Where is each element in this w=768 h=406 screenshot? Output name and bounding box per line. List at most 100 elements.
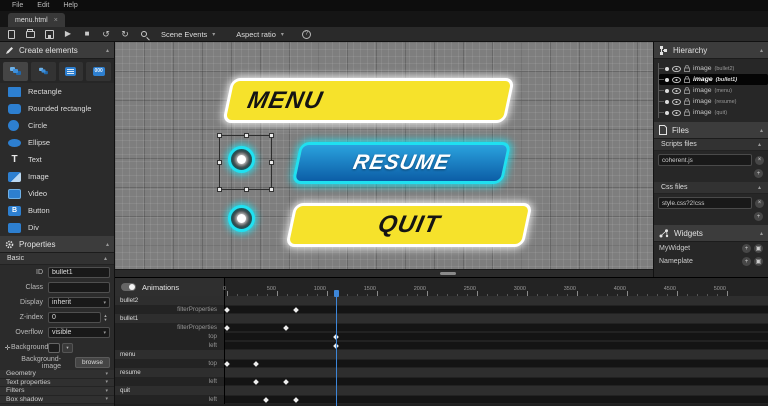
undo-icon[interactable]: ↺ [101,29,111,39]
keyframe[interactable] [283,325,289,331]
eye-icon[interactable] [672,88,681,94]
visibility-dot-icon[interactable] [665,67,669,71]
eye-icon[interactable] [672,110,681,116]
visibility-dot-icon[interactable] [665,89,669,93]
redo-icon[interactable]: ↻ [120,29,130,39]
resize-handle[interactable] [269,187,274,192]
zoom-icon[interactable] [139,29,149,39]
lock-icon[interactable] [684,87,690,94]
timeline-track[interactable] [225,395,768,404]
zindex-stepper[interactable]: ▲▼ [101,312,110,323]
add-widget-button[interactable]: + [742,244,751,253]
hierarchy-item-bullet1[interactable]: image (bullet1) [659,74,768,85]
basic-section-header[interactable]: Basic ▴ [0,253,114,265]
canvas-viewport[interactable]: MENU RESUME QUIT [115,42,653,277]
create-rectangle[interactable]: Rectangle [0,83,114,100]
timeline-track[interactable] [225,377,768,386]
menu-edit[interactable]: Edit [31,2,55,9]
timeline-track[interactable] [225,296,768,305]
remove-file-button[interactable]: × [755,199,764,208]
timeline-playhead[interactable] [336,290,337,406]
timeline-row-menu[interactable]: menu [115,350,768,359]
insert-widget-button[interactable]: ▣ [754,244,763,253]
stop-icon[interactable]: ■ [82,29,92,39]
new-file-icon[interactable] [6,29,16,39]
canvas-button-resume[interactable]: RESUME [292,142,512,184]
animations-toggle[interactable] [121,283,136,291]
scrollbar-thumb[interactable] [440,272,456,275]
lock-icon[interactable] [684,109,690,116]
collapse-icon[interactable]: ▴ [106,47,109,54]
collapse-icon[interactable]: ▴ [760,127,763,134]
hierarchy-item-resume[interactable]: image (resume) [659,96,768,107]
widgets-header[interactable]: Widgets ▴ [654,225,768,242]
display-select[interactable]: inherit▾ [48,297,110,308]
keyframe[interactable] [283,379,289,385]
resize-handle[interactable] [217,160,222,165]
hierarchy-item-quit[interactable]: image (quit) [659,107,768,118]
add-widget-button[interactable]: + [742,257,751,266]
canvas-bullet2[interactable] [228,205,255,232]
canvas-button-quit[interactable]: QUIT [285,203,532,247]
open-file-icon[interactable] [25,29,35,39]
create-text[interactable]: T Text [0,151,114,168]
keyframe[interactable] [293,307,299,313]
timeline-track[interactable] [225,341,768,350]
selection-box[interactable] [219,135,272,190]
timeline-track[interactable] [225,368,768,377]
canvas-button-menu[interactable]: MENU [222,78,515,123]
hierarchy-item-bullet2[interactable]: image (bullet2) [659,63,768,74]
keyframe[interactable] [253,379,259,385]
resize-handle[interactable] [217,133,222,138]
section-geometry[interactable]: Geometry▾ [0,370,114,379]
section-text-properties[interactable]: Text properties▾ [0,379,114,388]
menu-file[interactable]: File [6,2,29,9]
add-file-button[interactable]: + [754,212,763,221]
resize-handle[interactable] [217,187,222,192]
id-input[interactable] [48,267,110,278]
timeline-track[interactable] [225,350,768,359]
hierarchy-header[interactable]: Hierarchy ▴ [654,42,768,59]
create-image[interactable]: Image [0,168,114,185]
section-box-shadow[interactable]: Box shadow▾ [0,396,114,405]
help-icon[interactable]: ? [302,30,311,39]
create-video[interactable]: Video [0,185,114,202]
class-input[interactable] [48,282,110,293]
zindex-input[interactable]: 0 [48,312,101,323]
create-elements-header[interactable]: Create elements ▴ [0,42,114,59]
overflow-select[interactable]: visible▾ [48,327,110,338]
play-icon[interactable]: ▶ [63,29,73,39]
timeline-track[interactable] [225,332,768,341]
properties-header[interactable]: Properties ▴ [0,236,114,253]
keyframe[interactable] [253,361,259,367]
create-ellipse[interactable]: Ellipse [0,134,114,151]
css-files-header[interactable]: Css files▴ [654,182,768,194]
tab-widgets[interactable] [31,62,56,81]
eye-icon[interactable] [672,99,681,105]
keyframe[interactable] [224,361,230,367]
resize-handle[interactable] [244,187,249,192]
resize-handle[interactable] [269,160,274,165]
visibility-dot-icon[interactable] [665,100,669,104]
expand-background-icon[interactable]: ✛ [4,344,11,352]
keyframe[interactable] [263,397,269,403]
timeline-row-bullet2[interactable]: bullet2 [115,296,768,305]
menu-help[interactable]: Help [57,2,83,9]
browse-button[interactable]: browse [75,357,110,368]
tab-menu-html[interactable]: menu.html × [8,13,65,27]
background-caret-button[interactable]: ▾ [62,343,73,353]
resize-handle[interactable] [244,133,249,138]
remove-file-button[interactable]: × [755,156,764,165]
create-div[interactable]: Div [0,219,114,236]
timeline-track[interactable] [225,305,768,314]
background-color-swatch[interactable] [48,343,60,353]
hierarchy-item-menu[interactable]: image (menu) [659,85,768,96]
keyframe[interactable] [224,325,230,331]
timeline-track[interactable] [225,323,768,332]
visibility-dot-icon[interactable] [665,111,669,115]
lock-icon[interactable] [684,76,690,83]
timeline-track[interactable] [225,386,768,395]
timeline-row-bullet1[interactable]: bullet1 [115,314,768,323]
tab-elements[interactable] [3,62,28,81]
eye-icon[interactable] [672,77,681,83]
